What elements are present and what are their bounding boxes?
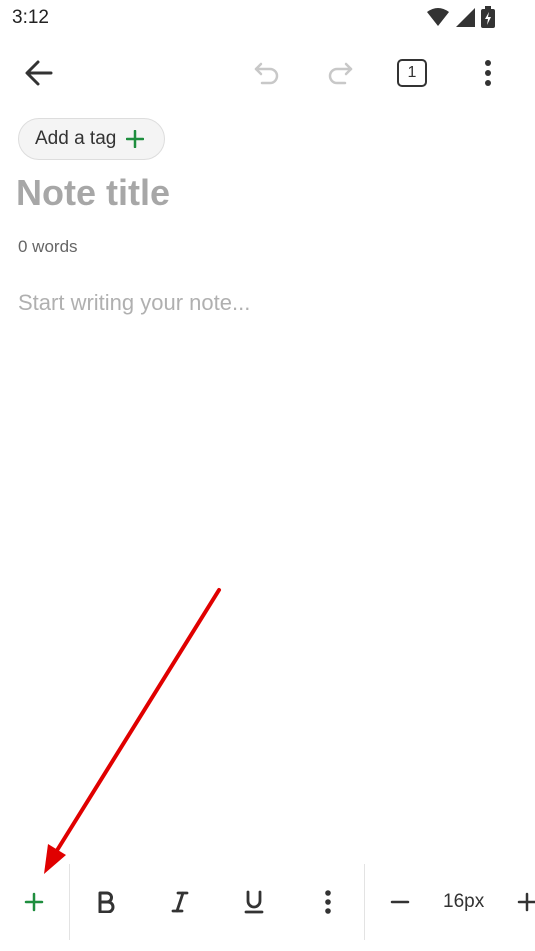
plus-icon	[517, 892, 535, 912]
wifi-icon	[427, 8, 449, 26]
underline-icon	[244, 890, 264, 914]
underline-button[interactable]	[230, 864, 278, 940]
arrow-left-icon	[25, 60, 53, 86]
note-body-input[interactable]: Start writing your note...	[18, 290, 250, 316]
font-size-value: 16px	[443, 891, 485, 912]
status-bar: 3:12	[0, 0, 535, 36]
italic-button[interactable]	[156, 864, 204, 940]
tab-count-badge: 1	[397, 59, 427, 87]
bold-button[interactable]	[82, 864, 130, 940]
add-tag-label: Add a tag	[35, 128, 117, 149]
status-time: 3:12	[12, 7, 49, 28]
tab-count: 1	[407, 64, 417, 81]
undo-icon	[254, 62, 279, 85]
add-tag-button[interactable]: Add a tag	[18, 118, 166, 160]
note-title-input[interactable]: Note title	[16, 172, 170, 214]
plus-icon	[24, 892, 44, 912]
add-content-button[interactable]	[10, 864, 58, 940]
format-more-button[interactable]	[304, 864, 352, 940]
bold-icon	[98, 891, 115, 913]
undo-button[interactable]	[243, 44, 291, 102]
status-icons	[427, 6, 495, 28]
cell-signal-icon	[456, 8, 475, 27]
back-button[interactable]	[15, 44, 63, 102]
more-vertical-icon	[325, 890, 331, 914]
italic-icon	[171, 891, 189, 913]
toolbar-divider	[364, 864, 365, 940]
redo-icon	[328, 62, 353, 85]
top-toolbar: 1	[0, 44, 535, 102]
increase-font-size-button[interactable]	[503, 864, 535, 940]
redo-button[interactable]	[316, 44, 364, 102]
plus-icon	[126, 130, 145, 148]
tabs-button[interactable]: 1	[388, 44, 436, 102]
minus-icon	[390, 900, 410, 904]
decrease-font-size-button[interactable]	[376, 864, 424, 940]
word-count: 0 words	[18, 237, 78, 256]
more-vertical-icon	[485, 60, 491, 86]
toolbar-divider	[69, 864, 70, 940]
more-options-button[interactable]	[464, 44, 512, 102]
battery-charging-icon	[481, 6, 495, 28]
